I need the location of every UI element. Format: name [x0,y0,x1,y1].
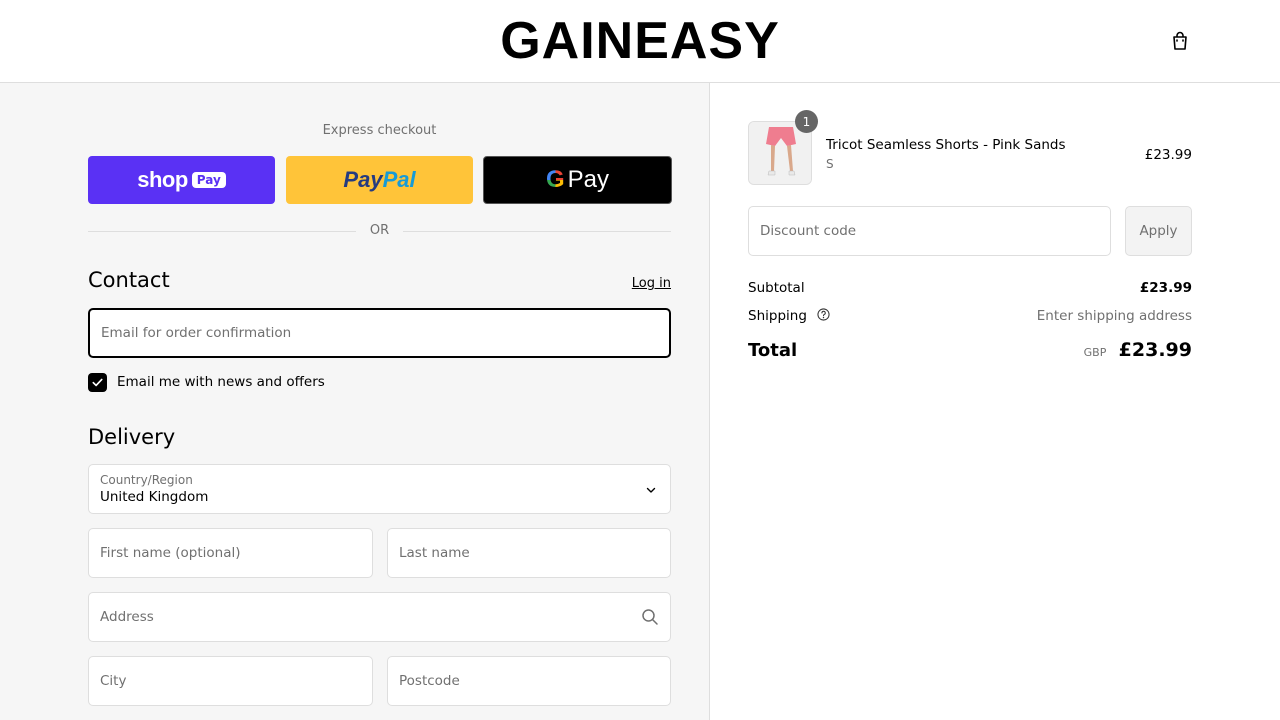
shop-pay-badge: Pay [191,172,226,188]
order-summary-panel: 1 Tricot Seamless Shorts - Pink Sands S … [710,83,1280,720]
quantity-badge: 1 [795,110,818,133]
google-g-icon: G [545,166,565,193]
shop-pay-word: shop [137,167,188,192]
shopping-bag-icon[interactable] [1168,29,1192,53]
login-link[interactable]: Log in [600,276,671,291]
city-field[interactable]: City [88,656,373,706]
delivery-heading: Delivery [88,425,176,449]
shipping-row: Shipping Enter shipping address [748,308,1192,324]
product-price: £23.99 [1144,147,1192,163]
brand-logo[interactable]: GAINEASY [0,12,1280,70]
site-header: GAINEASY [0,0,1280,83]
address-placeholder: Address [100,609,154,625]
subtotal-value: £23.99 [1139,280,1192,296]
currency-code: GBP [1083,346,1107,359]
paypal-logo-part2: Pal [382,167,416,192]
paypal-logo: PayPal [343,167,415,193]
newsletter-checkbox[interactable] [88,373,107,392]
chevron-down-icon [646,487,656,493]
express-checkout-label: Express checkout [322,123,437,138]
product-variant: S [826,157,834,171]
country-value: United Kingdom [100,489,209,505]
contact-heading: Contact [88,268,170,292]
google-pay-word: Pay [567,166,610,193]
paypal-button[interactable]: PayPal [286,156,473,204]
google-pay-logo: G Pay [546,166,609,194]
search-icon[interactable] [641,608,659,626]
shop-pay-button[interactable]: shop Pay [88,156,275,204]
or-text: OR [369,223,390,238]
country-label: Country/Region [100,473,193,487]
newsletter-label: Email me with news and offers [117,374,325,390]
email-field[interactable]: Email for order confirmation [88,308,671,358]
help-circle-icon[interactable] [817,308,830,321]
product-name: Tricot Seamless Shorts - Pink Sands [826,137,1066,153]
total-label: Total [748,340,798,361]
last-name-field[interactable]: Last name [387,528,671,578]
checkmark-icon [92,378,103,387]
total-row: Total GBP £23.99 [748,339,1192,361]
shipping-value: Enter shipping address [1036,308,1192,324]
postcode-field[interactable]: Postcode [387,656,671,706]
discount-code-field[interactable]: Discount code [748,206,1111,256]
paypal-logo-part1: Pay [343,167,383,192]
apply-discount-button[interactable]: Apply [1125,206,1192,256]
address-field[interactable]: Address [88,592,671,642]
subtotal-label: Subtotal [748,280,805,296]
checkout-form-panel: Express checkout shop Pay PayPal G Pay O… [0,83,710,720]
total-value: £23.99 [1118,339,1192,361]
country-select[interactable]: Country/Region United Kingdom [88,464,671,514]
google-pay-button[interactable]: G Pay [483,156,672,204]
first-name-field[interactable]: First name (optional) [88,528,373,578]
subtotal-row: Subtotal £23.99 [748,280,1192,296]
or-divider: OR [88,223,671,241]
shipping-label: Shipping [748,308,807,324]
